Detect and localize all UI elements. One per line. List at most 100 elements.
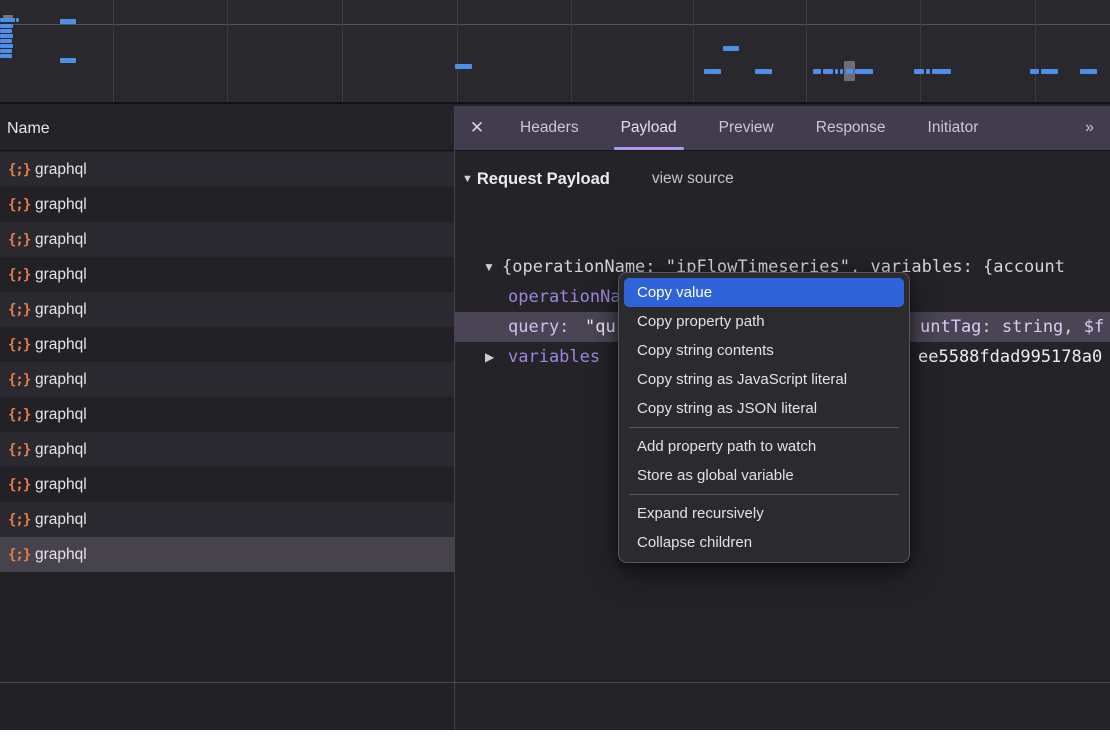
overview-horizontal-gridline	[0, 24, 1110, 25]
overview-gridline	[693, 0, 694, 102]
waterfall-bar	[0, 54, 12, 58]
waterfall-bar	[60, 58, 76, 63]
waterfall-bar	[823, 69, 833, 74]
waterfall-bar	[855, 69, 873, 74]
panel-splitter[interactable]	[454, 106, 455, 730]
request-row[interactable]: {;}graphql	[0, 327, 454, 362]
request-row[interactable]: {;}graphql	[0, 152, 454, 187]
menu-item-copy-string-contents[interactable]: Copy string contents	[624, 336, 904, 365]
menu-item-copy-property-path[interactable]: Copy property path	[624, 307, 904, 336]
request-row[interactable]: {;}graphql	[0, 362, 454, 397]
request-row[interactable]: {;}graphql	[0, 467, 454, 502]
tabs-container: HeadersPayloadPreviewResponseInitiator	[499, 106, 999, 150]
more-tabs-button[interactable]: »	[1067, 106, 1110, 150]
devtools-network-panel: Name {;}graphql{;}graphql{;}graphql{;}gr…	[0, 0, 1110, 730]
waterfall-bar	[0, 39, 12, 43]
menu-item-store-as-global-variable[interactable]: Store as global variable	[624, 461, 904, 490]
request-name: graphql	[35, 511, 87, 529]
tab-response[interactable]: Response	[795, 106, 907, 150]
request-name: graphql	[35, 161, 87, 179]
menu-item-copy-string-as-json-literal[interactable]: Copy string as JSON literal	[624, 394, 904, 423]
waterfall-bar	[1080, 69, 1097, 74]
tab-payload[interactable]: Payload	[600, 106, 698, 150]
waterfall-bar	[60, 19, 76, 24]
menu-item-add-property-path-to-watch[interactable]: Add property path to watch	[624, 432, 904, 461]
overview-gridline	[113, 0, 114, 102]
waterfall-bar	[840, 69, 843, 74]
context-menu: Copy valueCopy property pathCopy string …	[618, 272, 910, 563]
waterfall-bar	[1030, 69, 1039, 74]
waterfall-bar	[813, 69, 821, 74]
menu-separator	[629, 494, 899, 495]
property-value-fragment: untTag: string, $f	[920, 312, 1104, 342]
json-braces-icon: {;}	[8, 337, 35, 353]
waterfall-bar	[16, 18, 19, 22]
request-name: graphql	[35, 371, 87, 389]
waterfall-bar	[1041, 69, 1058, 74]
request-row[interactable]: {;}graphql	[0, 397, 454, 432]
overview-gridline	[342, 0, 343, 102]
waterfall-bar	[846, 69, 853, 74]
json-braces-icon: {;}	[8, 442, 35, 458]
waterfall-bar	[926, 69, 930, 74]
request-row[interactable]: {;}graphql	[0, 502, 454, 537]
collapse-triangle-icon: ▼	[462, 173, 473, 185]
json-braces-icon: {;}	[8, 547, 35, 563]
waterfall-bar	[0, 49, 12, 53]
chevron-double-right-icon: »	[1085, 119, 1092, 137]
overview-gridline	[806, 0, 807, 102]
waterfall-bar	[0, 24, 13, 28]
menu-separator	[629, 427, 899, 428]
tab-headers[interactable]: Headers	[499, 106, 600, 150]
menu-item-copy-string-as-javascript-literal[interactable]: Copy string as JavaScript literal	[624, 365, 904, 394]
request-row[interactable]: {;}graphql	[0, 257, 454, 292]
json-braces-icon: {;}	[8, 197, 35, 213]
request-name: graphql	[35, 441, 87, 459]
waterfall-bar	[455, 64, 472, 69]
json-braces-icon: {;}	[8, 407, 35, 423]
collapsed-triangle-icon: ▶	[485, 342, 494, 372]
request-payload-section-header[interactable]: ▼ Request Payload view source	[462, 164, 734, 194]
property-value-fragment: ee5588fdad995178a0	[918, 342, 1102, 372]
request-name: graphql	[35, 301, 87, 319]
summary-bar-divider	[0, 682, 1110, 683]
request-row[interactable]: {;}graphql	[0, 537, 454, 572]
request-row[interactable]: {;}graphql	[0, 432, 454, 467]
name-column-header[interactable]: Name	[0, 106, 454, 151]
request-name: graphql	[35, 336, 87, 354]
tab-preview[interactable]: Preview	[698, 106, 795, 150]
json-braces-icon: {;}	[8, 162, 35, 178]
request-row[interactable]: {;}graphql	[0, 187, 454, 222]
request-name: graphql	[35, 476, 87, 494]
tab-initiator[interactable]: Initiator	[907, 106, 1000, 150]
json-braces-icon: {;}	[8, 372, 35, 388]
detail-tab-bar: ✕ HeadersPayloadPreviewResponseInitiator…	[455, 106, 1110, 151]
menu-item-collapse-children[interactable]: Collapse children	[624, 528, 904, 557]
overview-gridline	[457, 0, 458, 102]
overview-gridline	[1035, 0, 1036, 102]
network-overview-strip[interactable]	[0, 0, 1110, 104]
devtools-window: Name {;}graphql{;}graphql{;}graphql{;}gr…	[0, 0, 1110, 740]
expanded-triangle-icon: ▼	[483, 252, 495, 282]
waterfall-bar	[723, 46, 739, 51]
waterfall-bar	[755, 69, 772, 74]
request-name: graphql	[35, 546, 87, 564]
request-name: graphql	[35, 266, 87, 284]
waterfall-bar	[0, 34, 13, 38]
close-icon: ✕	[470, 118, 484, 138]
property-key: query:	[508, 312, 569, 342]
property-key: variables	[508, 342, 600, 372]
overview-gridline	[227, 0, 228, 102]
waterfall-bar	[0, 18, 15, 22]
json-braces-icon: {;}	[8, 512, 35, 528]
waterfall-bar	[0, 44, 13, 48]
view-source-link[interactable]: view source	[652, 170, 734, 188]
overview-gridline	[920, 0, 921, 102]
request-row[interactable]: {;}graphql	[0, 292, 454, 327]
menu-item-expand-recursively[interactable]: Expand recursively	[624, 499, 904, 528]
close-detail-button[interactable]: ✕	[455, 106, 499, 150]
request-name: graphql	[35, 196, 87, 214]
menu-item-copy-value[interactable]: Copy value	[624, 278, 904, 307]
request-row[interactable]: {;}graphql	[0, 222, 454, 257]
json-braces-icon: {;}	[8, 232, 35, 248]
